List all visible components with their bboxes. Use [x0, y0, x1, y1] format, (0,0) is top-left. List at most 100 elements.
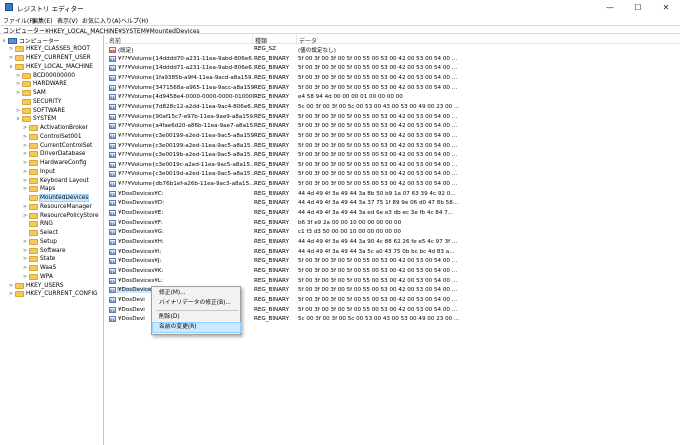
- chevron-right-icon[interactable]: >: [15, 108, 21, 114]
- table-row[interactable]: 01 ¥DosDevices¥I: REG_BINARY 44 4d 49 4f 3a…: [105, 248, 680, 258]
- column-divider[interactable]: [296, 35, 297, 44]
- chevron-right-icon[interactable]: >: [8, 291, 14, 297]
- table-row[interactable]: 01 ¥DosDevices¥C: REG_BINARY 44 4d 49 4f 3a…: [105, 190, 680, 200]
- context-menu-rename[interactable]: 名前の変更(R): [152, 322, 241, 333]
- table-row[interactable]: 01 ¥??¥Volume{7d828c12-a2dd-11ea-9ac4-806…: [105, 103, 680, 113]
- menu-help[interactable]: ヘルプ(H): [121, 16, 148, 25]
- menu-favorites[interactable]: お気に入り(A): [82, 16, 121, 25]
- tree-node[interactable]: > CurrentControlSet: [22, 141, 92, 150]
- tree-node[interactable]: SECURITY: [15, 97, 61, 106]
- values-list-pane[interactable]: 名前 種類 データ ab (既定) REG_SZ (値の設定なし) 01 ¥??¥Volu…: [105, 35, 680, 445]
- context-menu-modify[interactable]: 修正(M)...: [153, 289, 240, 298]
- table-row[interactable]: 01 ¥??¥Volume{c3e0019d-a2ed-11ea-9ac5-a8a…: [105, 170, 680, 180]
- column-header-data[interactable]: データ: [299, 36, 317, 45]
- address-path[interactable]: コンピューター¥HKEY_LOCAL_MACHINE¥SYSTEM¥Mounte…: [3, 26, 200, 35]
- tree-node[interactable]: > Keyboard Layout: [22, 176, 89, 185]
- tree-node[interactable]: > HARDWARE: [15, 80, 67, 89]
- tree-node[interactable]: MountedDevices: [22, 194, 90, 203]
- chevron-right-icon[interactable]: >: [15, 73, 21, 79]
- tree-node[interactable]: > SOFTWARE: [15, 106, 65, 115]
- address-bar[interactable]: コンピューター¥HKEY_LOCAL_MACHINE¥SYSTEM¥Mounte…: [0, 25, 680, 35]
- table-row[interactable]: 01 ¥??¥Volume{90af15c7-e97b-11ea-9ae9-a8a…: [105, 113, 680, 123]
- table-row[interactable]: 01 ¥??¥Volume{14dddd71-a231-11ea-9abd-806…: [105, 64, 680, 74]
- table-row[interactable]: 01 ¥DosDevices¥K: REG_BINARY 5f 00 3f 00 3f…: [105, 267, 680, 277]
- table-row[interactable]: ab (既定) REG_SZ (値の設定なし): [105, 45, 680, 55]
- menu-file[interactable]: ファイル(F): [3, 16, 35, 25]
- chevron-right-icon[interactable]: >: [15, 81, 21, 87]
- tree-node[interactable]: > HardwareConfig: [22, 159, 87, 168]
- context-menu-modify-binary[interactable]: バイナリデータの修正(B)...: [153, 299, 240, 308]
- tree-node[interactable]: > State: [22, 255, 55, 264]
- chevron-right-icon[interactable]: >: [22, 143, 28, 149]
- column-divider[interactable]: [252, 35, 253, 44]
- table-row[interactable]: 01 ¥DosDevices¥E: REG_BINARY 44 4d 49 4f 3a…: [105, 209, 680, 219]
- context-menu-delete[interactable]: 削除(D): [153, 313, 240, 322]
- chevron-right-icon[interactable]: >: [22, 134, 28, 140]
- chevron-right-icon[interactable]: >: [22, 178, 28, 184]
- tree-node[interactable]: > Input: [22, 167, 55, 176]
- column-header-name[interactable]: 名前: [109, 36, 121, 45]
- menu-edit[interactable]: 編集(E): [32, 16, 52, 25]
- chevron-right-icon[interactable]: >: [22, 160, 28, 166]
- table-row[interactable]: 01 ¥DosDevices¥F: REG_BINARY b6 3f e9 2a 00…: [105, 219, 680, 229]
- chevron-right-icon[interactable]: >: [22, 256, 28, 262]
- table-row[interactable]: 01 ¥DosDevices¥G: REG_BINARY c1 f3 d3 50 00…: [105, 228, 680, 238]
- tree-node[interactable]: > Software: [22, 246, 66, 255]
- chevron-right-icon[interactable]: >: [22, 204, 28, 210]
- tree-node[interactable]: > ControlSet001: [22, 132, 82, 141]
- chevron-right-icon[interactable]: >: [8, 283, 14, 289]
- tree-node[interactable]: > DriverDatabase: [22, 150, 86, 159]
- chevron-right-icon[interactable]: >: [22, 265, 28, 271]
- table-row[interactable]: 01 ¥DosDevices¥D: REG_BINARY 44 4d 49 4f 3a…: [105, 199, 680, 209]
- minimize-button[interactable]: —: [596, 0, 624, 15]
- tree-node[interactable]: > ActivationBroker: [22, 124, 88, 133]
- chevron-right-icon[interactable]: >: [22, 213, 28, 219]
- chevron-down-icon[interactable]: ∨: [8, 64, 14, 70]
- chevron-right-icon[interactable]: >: [22, 151, 28, 157]
- chevron-right-icon[interactable]: >: [15, 90, 21, 96]
- table-row[interactable]: 01 ¥??¥Volume{db76b1ef-a26b-11ea-9ac3-a8a…: [105, 180, 680, 190]
- table-row[interactable]: 01 ¥DosDevices¥L: REG_BINARY 5f 00 3f 00 3f…: [105, 277, 680, 287]
- tree-node[interactable]: > Maps: [22, 185, 55, 194]
- tree-node[interactable]: Select: [22, 229, 58, 238]
- table-row[interactable]: 01 ¥??¥Volume{c3e0019c-a2ed-11ea-9ac5-a8a…: [105, 161, 680, 171]
- tree-node[interactable]: ∨ コンピューター: [1, 36, 60, 45]
- table-row[interactable]: 01 ¥??¥Volume{c3e0019b-a2ed-11ea-9ac5-a8a…: [105, 151, 680, 161]
- tree-node[interactable]: > WaaS: [22, 264, 56, 273]
- chevron-right-icon[interactable]: >: [8, 46, 14, 52]
- chevron-right-icon[interactable]: >: [22, 239, 28, 245]
- close-button[interactable]: ✕: [652, 0, 680, 15]
- table-row[interactable]: 01 ¥??¥Volume{14dddd70-a231-11ea-9abd-806…: [105, 55, 680, 65]
- tree-node[interactable]: > BCD00000000: [15, 71, 75, 80]
- column-header-type[interactable]: 種類: [255, 36, 267, 45]
- chevron-right-icon[interactable]: >: [8, 55, 14, 61]
- chevron-right-icon[interactable]: >: [22, 248, 28, 254]
- tree-node[interactable]: > HKEY_CLASSES_ROOT: [8, 45, 90, 54]
- tree-node[interactable]: > ResourceManager: [22, 202, 92, 211]
- table-row[interactable]: 01 ¥??¥Volume{3471568a-a965-11ea-9acc-a8a…: [105, 84, 680, 94]
- table-row[interactable]: 01 ¥DosDevices¥H: REG_BINARY 44 4d 49 4f 3a…: [105, 238, 680, 248]
- menu-view[interactable]: 表示(V): [57, 16, 78, 25]
- tree-node[interactable]: > Setup: [22, 237, 57, 246]
- tree-node[interactable]: > WPA: [22, 272, 53, 281]
- chevron-down-icon[interactable]: ∨: [1, 38, 7, 44]
- tree-node[interactable]: > HKEY_CURRENT_CONFIG: [8, 290, 98, 299]
- tree-node[interactable]: ∨ HKEY_LOCAL_MACHINE: [8, 62, 93, 71]
- table-row[interactable]: 01 ¥??¥Volume{4d9458e4-0000-0000-0000-010…: [105, 93, 680, 103]
- chevron-right-icon[interactable]: >: [22, 274, 28, 280]
- chevron-right-icon[interactable]: >: [22, 125, 28, 131]
- table-row[interactable]: 01 ¥??¥Volume{a4fae6d20-a86b-11ea-9ae7-a8…: [105, 122, 680, 132]
- table-row[interactable]: 01 ¥??¥Volume{c3e00199-a2ed-11ea-9ac5-a8a…: [105, 142, 680, 152]
- tree-node[interactable]: ∨ SYSTEM: [15, 115, 56, 124]
- tree-node[interactable]: > SAM: [15, 89, 46, 98]
- chevron-right-icon[interactable]: >: [22, 186, 28, 192]
- chevron-down-icon[interactable]: ∨: [15, 116, 21, 122]
- tree-node[interactable]: > ResourcePolicyStore: [22, 211, 99, 220]
- tree-node[interactable]: > HKEY_USERS: [8, 281, 64, 290]
- table-row[interactable]: 01 ¥DosDevices¥J: REG_BINARY 5f 00 3f 00 3f…: [105, 257, 680, 267]
- chevron-right-icon[interactable]: >: [22, 169, 28, 175]
- table-row[interactable]: 01 ¥??¥Volume{1fa9385b-a9f4-11ea-9acd-a8a…: [105, 74, 680, 84]
- key-tree-pane[interactable]: ∨ コンピューター > HKEY_CLASSES_ROOT > HKEY_CURRENT_…: [0, 35, 104, 445]
- table-row[interactable]: 01 ¥??¥Volume{c3e00199-a2ed-11ea-9ac5-a8a…: [105, 132, 680, 142]
- maximize-button[interactable]: ☐: [624, 0, 652, 15]
